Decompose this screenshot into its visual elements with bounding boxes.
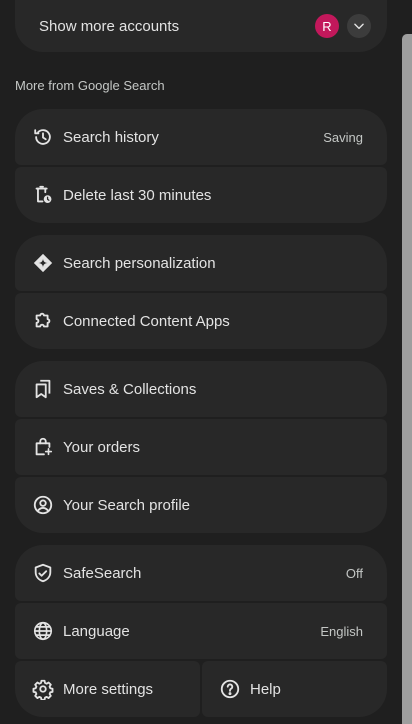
your-orders-label: Your orders bbox=[63, 438, 140, 456]
show-more-accounts-label: Show more accounts bbox=[39, 17, 180, 35]
language-item[interactable]: Language English bbox=[15, 603, 387, 659]
safesearch-status: Off bbox=[345, 565, 363, 581]
search-personalization-item[interactable]: Search personalization bbox=[15, 235, 387, 291]
your-search-profile-item[interactable]: Your Search profile bbox=[15, 477, 387, 533]
safesearch-label: SafeSearch bbox=[63, 564, 142, 582]
account-circle-icon bbox=[31, 493, 55, 517]
your-search-profile-label: Your Search profile bbox=[63, 496, 191, 514]
connected-content-apps-item[interactable]: Connected Content Apps bbox=[15, 293, 387, 349]
more-settings-label: More settings bbox=[63, 680, 154, 698]
globe-icon bbox=[31, 619, 55, 643]
show-more-accounts-card[interactable]: Show more accounts R bbox=[15, 0, 387, 52]
your-orders-item[interactable]: Your orders bbox=[15, 419, 387, 475]
puzzle-icon bbox=[31, 309, 55, 333]
saves-collections-item[interactable]: Saves & Collections bbox=[15, 361, 387, 417]
delete-clock-icon bbox=[31, 183, 55, 207]
avatar[interactable]: R bbox=[315, 14, 339, 38]
search-history-label: Search history bbox=[63, 128, 159, 146]
scrollbar[interactable] bbox=[402, 34, 412, 724]
search-history-item[interactable]: Search history Saving bbox=[15, 109, 387, 165]
shopping-bag-icon bbox=[31, 435, 55, 459]
safesearch-item[interactable]: SafeSearch Off bbox=[15, 545, 387, 601]
history-group: Search history Saving Delete last 30 min… bbox=[15, 109, 387, 223]
sparkle-icon bbox=[31, 251, 55, 275]
connected-content-apps-label: Connected Content Apps bbox=[63, 312, 230, 330]
gear-icon bbox=[31, 677, 55, 701]
delete-last-30-minutes-item[interactable]: Delete last 30 minutes bbox=[15, 167, 387, 223]
saves-collections-label: Saves & Collections bbox=[63, 380, 197, 398]
history-icon bbox=[31, 125, 55, 149]
google-search-menu-page: Show more accounts R More from Google Se… bbox=[0, 0, 412, 724]
section-heading: More from Google Search bbox=[15, 78, 165, 93]
more-settings-button[interactable]: More settings bbox=[15, 661, 200, 717]
help-button[interactable]: Help bbox=[202, 661, 387, 717]
chevron-down-icon[interactable] bbox=[347, 14, 371, 38]
settings-group: SafeSearch Off Language English More set… bbox=[15, 545, 387, 717]
help-icon bbox=[218, 677, 242, 701]
personalization-group: Search personalization Connected Content… bbox=[15, 235, 387, 349]
delete-last-30-minutes-label: Delete last 30 minutes bbox=[63, 186, 212, 204]
language-label: Language bbox=[63, 622, 130, 640]
help-label: Help bbox=[250, 680, 281, 698]
shield-icon bbox=[31, 561, 55, 585]
settings-help-row: More settings Help bbox=[15, 661, 387, 717]
saves-group: Saves & Collections Your orders Your Sea… bbox=[15, 361, 387, 533]
search-personalization-label: Search personalization bbox=[63, 254, 216, 272]
bookmarks-icon bbox=[31, 377, 55, 401]
language-value: English bbox=[320, 623, 363, 639]
search-history-status: Saving bbox=[323, 129, 363, 145]
